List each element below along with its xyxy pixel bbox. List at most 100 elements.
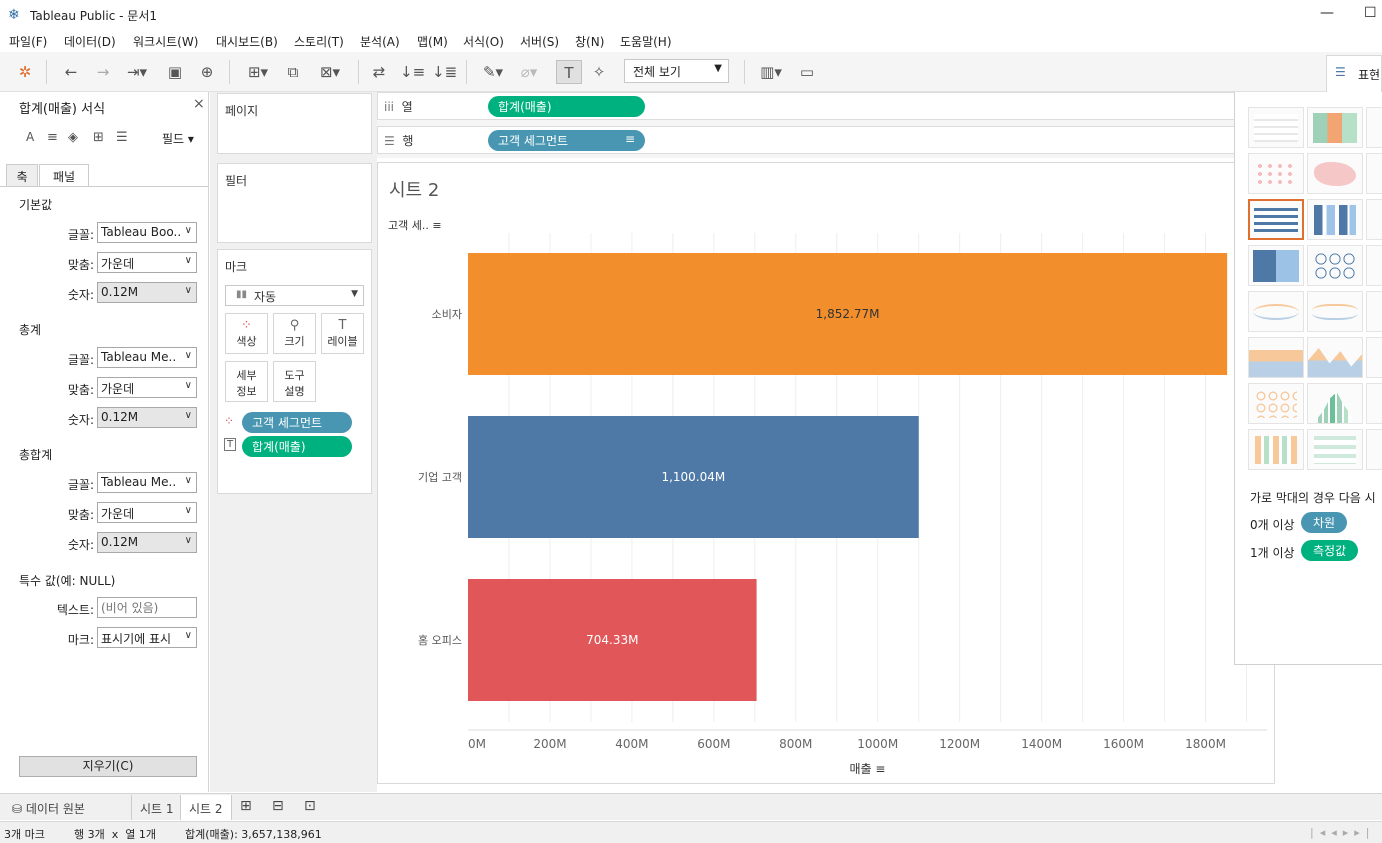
grand-align-select[interactable]: 가운데 ∨ — [97, 502, 197, 523]
showme-treemap[interactable] — [1248, 245, 1304, 286]
fit-select[interactable]: 전체 보기 ▼ — [624, 59, 729, 83]
totals-align-select[interactable]: 가운데 ∨ — [97, 377, 197, 398]
menu-story[interactable]: 스토리(T) — [294, 33, 344, 50]
special-text-input[interactable] — [97, 597, 197, 618]
pages-card[interactable]: 페이지 — [217, 93, 372, 154]
fix-axes-icon[interactable]: ✧ — [588, 60, 610, 84]
shading-icon[interactable]: ◈ — [68, 130, 78, 145]
swap-icon[interactable]: ⇄ — [368, 60, 390, 84]
columns-shelf[interactable]: iii 열 합계(매출) — [377, 92, 1237, 120]
lines-icon[interactable]: ☰ — [116, 130, 128, 145]
showme-area-continuous[interactable] — [1248, 337, 1304, 378]
maximize-button[interactable]: ☐ — [1364, 5, 1377, 21]
showme-filled-map[interactable] — [1307, 153, 1363, 194]
tab-sheet-1[interactable]: 시트 1 — [131, 795, 182, 820]
segment-pill[interactable]: 고객 세그먼트 — [242, 412, 352, 433]
new-worksheet-icon[interactable]: ⊞ — [232, 795, 260, 820]
menu-map[interactable]: 맵(M) — [417, 33, 448, 50]
align-icon[interactable]: ≡ — [47, 130, 58, 145]
showme-circle-view[interactable] — [1307, 245, 1363, 286]
undo-icon[interactable]: ← — [60, 60, 82, 84]
sales-pill[interactable]: 합계(매출) — [242, 436, 352, 457]
menu-data[interactable]: 데이터(D) — [64, 33, 116, 50]
data-source-tab[interactable]: ⛁ 데이터 원본 — [4, 795, 93, 820]
new-dashboard-icon[interactable]: ⊟ — [264, 795, 292, 820]
new-story-icon[interactable]: ⊡ — [296, 795, 324, 820]
menu-format[interactable]: 서식(O) — [463, 33, 504, 50]
showme-heatmap[interactable] — [1307, 107, 1363, 148]
close-icon[interactable]: × — [193, 96, 205, 112]
showme-side-by-side-circle[interactable] — [1366, 245, 1382, 286]
totals-font-select[interactable]: Tableau Me.. ∨ — [97, 347, 197, 368]
tableau-home-icon[interactable]: ✲ — [14, 60, 36, 84]
showme-area-discrete[interactable] — [1307, 337, 1363, 378]
showme-pie[interactable] — [1366, 153, 1382, 194]
number-select[interactable]: 0.12M ∨ — [97, 282, 197, 303]
rows-pill[interactable]: 고객 세그먼트 ≡ — [488, 130, 645, 151]
menu-analysis[interactable]: 분석(A) — [360, 33, 400, 50]
save-icon[interactable]: ▣ — [164, 60, 186, 84]
grand-font-select[interactable]: Tableau Me.. ∨ — [97, 472, 197, 493]
showme-histogram[interactable] — [1307, 383, 1363, 424]
showme-horizontal-bar[interactable] — [1248, 199, 1304, 240]
menu-worksheet[interactable]: 워크시트(W) — [133, 33, 198, 50]
special-mark-select[interactable]: 표시기에 표시 ∨ — [97, 627, 197, 648]
showme-dual-line[interactable] — [1366, 291, 1382, 332]
showme-text-table[interactable] — [1248, 107, 1304, 148]
presentation-icon[interactable]: ▭ — [796, 60, 818, 84]
showme-side-by-side-bar[interactable] — [1366, 199, 1382, 240]
color-button[interactable]: ⁘ 색상 — [225, 313, 268, 354]
showme-highlight-table[interactable] — [1366, 107, 1382, 148]
font-select[interactable]: Tableau Boo.. ∨ — [97, 222, 197, 243]
showme-dual-combination[interactable] — [1366, 337, 1382, 378]
clear-button[interactable]: 지우기(C) — [19, 756, 197, 777]
menu-help[interactable]: 도움말(H) — [620, 33, 672, 50]
font-icon[interactable]: A — [26, 130, 34, 144]
align-select[interactable]: 가운데 ∨ — [97, 252, 197, 273]
minimize-button[interactable]: — — [1320, 5, 1334, 21]
fields-dropdown[interactable]: 필드 ▾ — [162, 130, 194, 147]
showme-box-plot[interactable] — [1366, 383, 1382, 424]
mark-type-select[interactable]: ▮▮ 자동 ▼ — [225, 285, 364, 306]
clear-sheet-icon[interactable]: ⊠▾ — [312, 60, 348, 84]
detail-button[interactable]: 세부 정보 — [225, 361, 268, 402]
tab-navigation-icon[interactable]: |◂◂▸▸| — [1310, 826, 1376, 839]
showme-scatter[interactable] — [1248, 383, 1304, 424]
show-labels-icon[interactable]: T — [556, 60, 582, 84]
grand-number-select[interactable]: 0.12M ∨ — [97, 532, 197, 553]
showme-tab[interactable]: ☰ 표현 — [1326, 55, 1382, 92]
showme-line-continuous[interactable] — [1248, 291, 1304, 332]
new-datasource-icon[interactable]: ⊕ — [196, 60, 218, 84]
showme-packed-bubbles[interactable] — [1366, 429, 1382, 470]
size-button[interactable]: ⚲ 크기 — [273, 313, 316, 354]
rows-shelf[interactable]: ☰ 행 고객 세그먼트 ≡ — [377, 126, 1237, 154]
showme-stacked-bar[interactable] — [1307, 199, 1363, 240]
filters-card[interactable]: 필터 — [217, 163, 372, 243]
menu-server[interactable]: 서버(S) — [520, 33, 559, 50]
replay-icon[interactable]: ⇥▾ — [122, 60, 152, 84]
menu-dashboard[interactable]: 대시보드(B) — [216, 33, 278, 50]
tab-axis[interactable]: 축 — [6, 164, 38, 186]
menu-file[interactable]: 파일(F) — [9, 33, 47, 50]
tooltip-button[interactable]: 도구 설명 — [273, 361, 316, 402]
redo-icon[interactable]: → — [92, 60, 114, 84]
sort-ascending-icon[interactable]: ↓≡ — [400, 60, 425, 84]
showme-gantt[interactable] — [1248, 429, 1304, 470]
tab-pane[interactable]: 패널 — [39, 164, 89, 186]
new-worksheet-icon[interactable]: ⊞▾ — [240, 60, 276, 84]
showme-line-discrete[interactable] — [1307, 291, 1363, 332]
show-cards-icon[interactable]: ▥▾ — [754, 60, 788, 84]
totals-number-select[interactable]: 0.12M ∨ — [97, 407, 197, 428]
sort-descending-icon[interactable]: ↓≣ — [432, 60, 457, 84]
duplicate-sheet-icon[interactable]: ⧉ — [282, 60, 304, 84]
menu-window[interactable]: 창(N) — [575, 33, 604, 50]
showme-symbol-map[interactable] — [1248, 153, 1304, 194]
columns-pill[interactable]: 합계(매출) — [488, 96, 645, 117]
borders-icon[interactable]: ⊞ — [93, 130, 104, 145]
tab-sheet-2[interactable]: 시트 2 — [180, 795, 232, 820]
label-button[interactable]: T 레이블 — [321, 313, 364, 354]
group-icon[interactable]: ⌀▾ — [514, 60, 544, 84]
showme-bullet[interactable] — [1307, 429, 1363, 470]
highlight-icon[interactable]: ✎▾ — [478, 60, 508, 84]
section-default: 기본값 — [19, 198, 53, 212]
